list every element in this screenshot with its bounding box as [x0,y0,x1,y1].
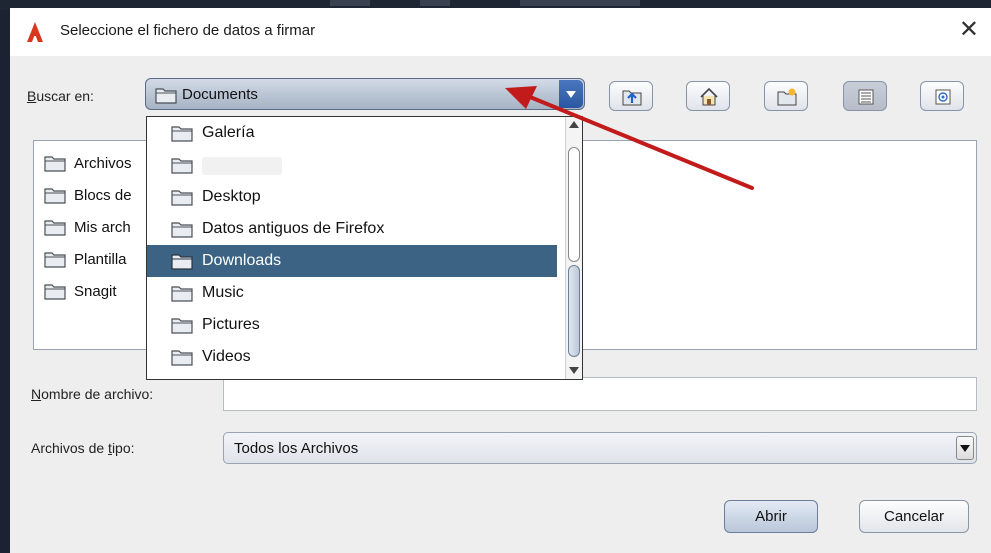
folder-icon [171,286,193,302]
folder-icon [171,126,193,142]
filename-mnemonic: N [31,386,42,402]
dropdown-item-videos[interactable]: Videos [147,341,557,373]
list-item-label: Archivos [74,155,132,172]
filetype-label-pre: Archivos de [31,440,109,456]
scrollbar-track[interactable] [568,147,580,262]
dropdown-item-label: Galería [202,124,255,141]
dialog-title: Seleccione el fichero de datos a firmar [60,22,316,39]
folder-icon [44,156,66,172]
chevron-down-icon[interactable] [559,80,583,108]
app-logo-icon [27,22,43,42]
list-view-button[interactable] [843,81,887,111]
look-in-label: Buscar en: [27,88,94,104]
folder-icon [44,252,66,268]
look-in-value: Documents [182,86,258,103]
dropdown-item-label: Desktop [202,188,261,205]
folder-icon [44,220,66,236]
filetype-label: Archivos de tipo: [31,440,135,456]
dropdown-item-label: Pictures [202,316,260,333]
look-in-combobox[interactable]: Documents [145,78,585,110]
close-icon[interactable]: ✕ [959,18,979,42]
filetype-label-text: ipo: [111,440,135,456]
dropdown-item-label: Datos antiguos de Firefox [202,220,385,237]
folder-icon [171,158,193,174]
folder-icon [171,318,193,334]
details-view-button[interactable] [920,81,964,111]
background-window-fragment [520,0,640,6]
home-icon [700,87,718,106]
dropdown-item-galeria[interactable]: Galería [147,117,557,149]
list-item-label: Snagit [74,283,117,300]
new-folder-icon [777,88,797,106]
filetype-combobox[interactable]: Todos los Archivos [223,432,977,464]
dropdown-item-downloads[interactable]: Downloads [147,245,557,277]
look-in-mnemonic: B [27,88,37,104]
details-view-icon [935,89,951,105]
look-in-label-text: uscar en: [36,88,94,104]
dropdown-item-firefox-data[interactable]: Datos antiguos de Firefox [147,213,557,245]
chevron-down-icon[interactable] [956,436,974,460]
dropdown-item-label: Videos [202,348,251,365]
background-window-fragment [330,0,370,6]
dropdown-item-label: Music [202,284,244,301]
list-item-label: Blocs de [74,187,132,204]
look-in-dropdown-list[interactable]: Galería Desktop Datos antiguos de Firefo… [146,116,583,380]
folder-icon [171,254,193,270]
scrollbar-thumb[interactable] [568,265,580,357]
filetype-value: Todos los Archivos [234,440,359,457]
list-view-icon [858,89,874,105]
scroll-down-icon[interactable] [569,367,579,374]
folder-icon [44,188,66,204]
folder-icon [155,88,177,104]
dropdown-item-user-profile[interactable] [147,149,557,181]
folder-icon [44,284,66,300]
scroll-up-icon[interactable] [569,121,579,128]
up-one-level-button[interactable] [609,81,653,111]
dropdown-item-music[interactable]: Music [147,277,557,309]
list-item-label: Plantilla [74,251,127,268]
filename-label: Nombre de archivo: [31,386,153,402]
folder-icon [171,190,193,206]
filename-label-text: ombre de archivo: [41,386,154,402]
redacted-label [202,157,282,175]
folder-up-icon [622,90,642,106]
home-button[interactable] [686,81,730,111]
filename-input[interactable] [223,377,977,411]
dropdown-scrollbar[interactable] [565,117,582,379]
open-button[interactable]: Abrir [724,500,818,533]
dropdown-item-desktop[interactable]: Desktop [147,181,557,213]
title-bar[interactable]: Seleccione el fichero de datos a firmar … [10,8,991,56]
dropdown-item-label: Downloads [202,252,282,269]
background-window-fragment [420,0,450,6]
file-chooser-dialog: Seleccione el fichero de datos a firmar … [10,8,991,553]
cancel-button[interactable]: Cancelar [859,500,969,533]
new-folder-button[interactable] [764,81,808,111]
folder-icon [171,222,193,238]
folder-icon [171,350,193,366]
dropdown-item-pictures[interactable]: Pictures [147,309,557,341]
list-item-label: Mis arch [74,219,131,236]
